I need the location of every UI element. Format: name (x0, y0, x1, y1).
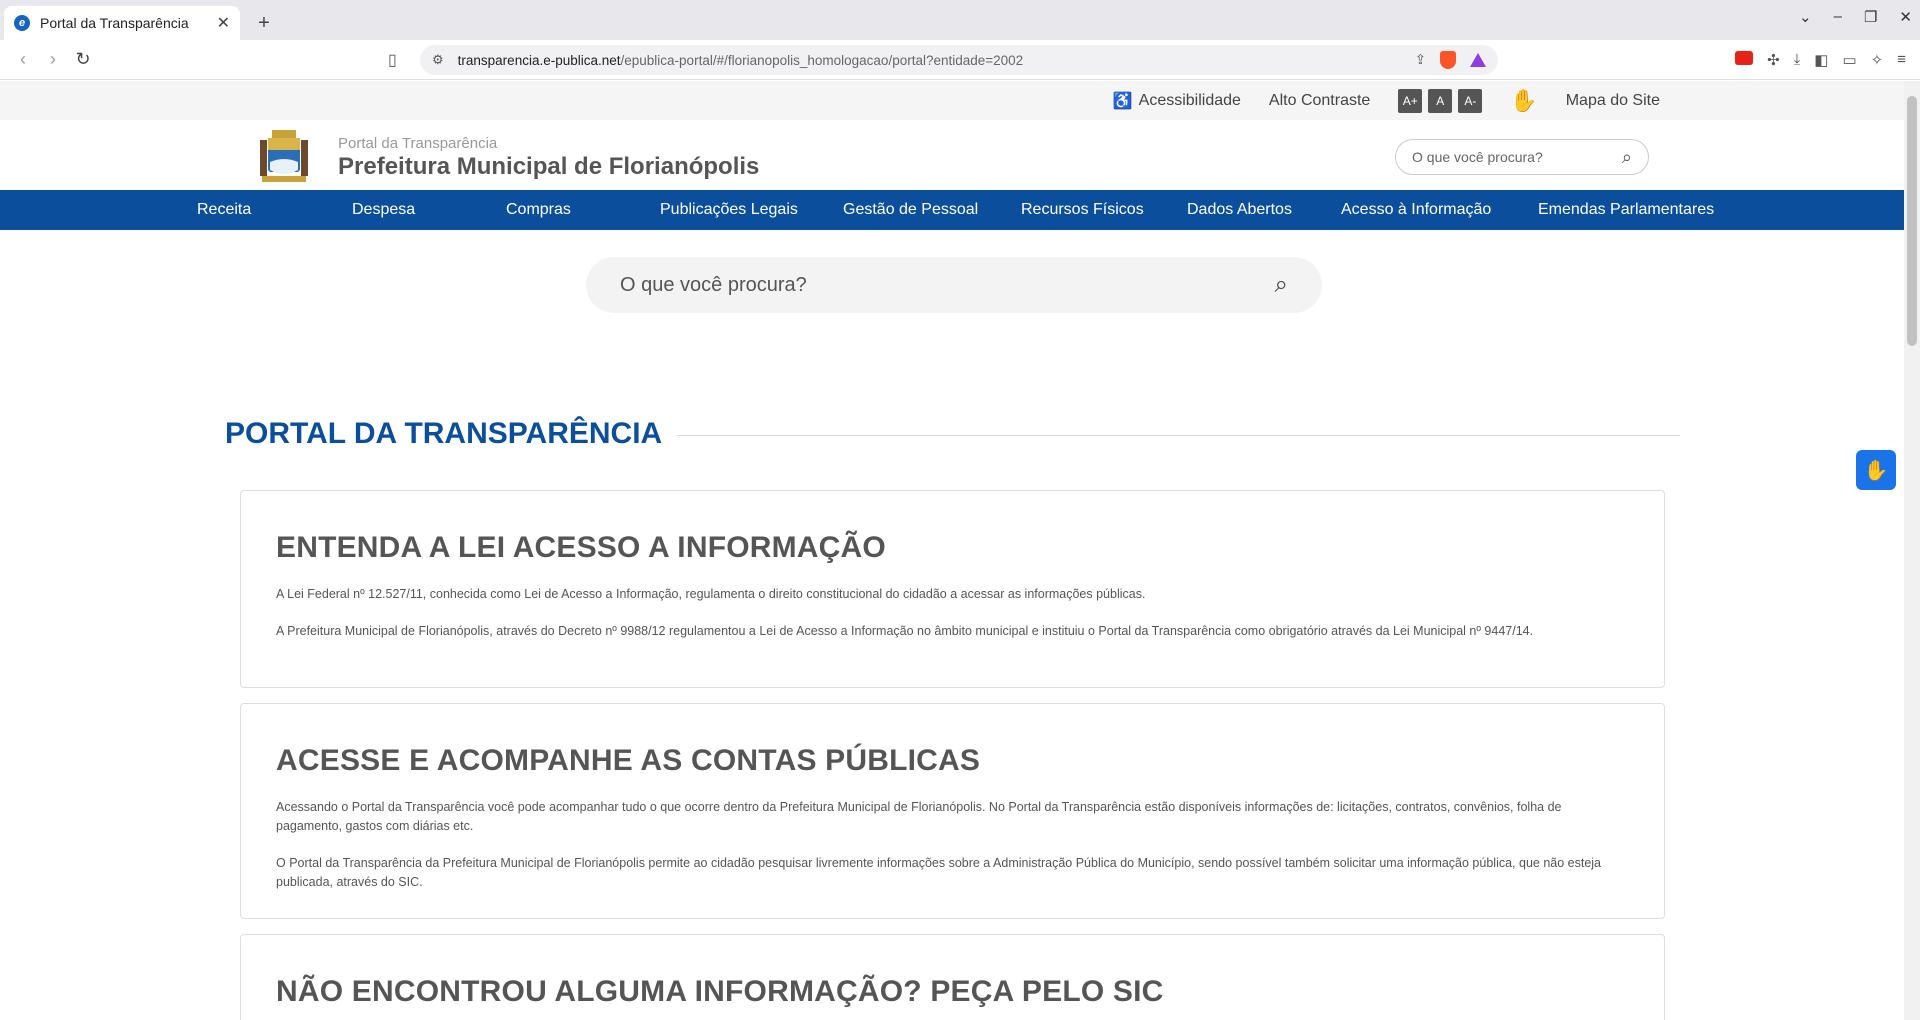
browser-tab[interactable]: e Portal da Transparência ✕ (4, 6, 240, 40)
sitemap-link[interactable]: Mapa do Site (1566, 92, 1660, 110)
card-title: NÃO ENCONTROU ALGUMA INFORMAÇÃO? PEÇA PE… (276, 975, 1164, 1008)
youtube-extension-icon[interactable] (1735, 51, 1754, 65)
search-icon[interactable]: ⌕ (1622, 147, 1632, 168)
font-decrease-button[interactable]: A- (1458, 88, 1483, 113)
page-scrollbar[interactable] (1904, 81, 1920, 1020)
brave-rewards-icon[interactable] (1470, 53, 1486, 67)
minimize-icon[interactable]: – (1834, 8, 1842, 26)
accessibility-link[interactable]: ♿ Acessibilidade (1113, 91, 1241, 111)
reload-icon[interactable]: ↻ (68, 49, 98, 70)
info-card-contas-publicas: ACESSE E ACOMPANHE AS CONTAS PÚBLICAS Ac… (240, 703, 1665, 919)
page-content: ♿ Acessibilidade Alto Contraste A+ A A- … (0, 81, 1904, 1020)
card-title: ACESSE E ACOMPANHE AS CONTAS PÚBLICAS (276, 744, 981, 777)
main-search-input[interactable]: O que você procura? ⌕ (586, 257, 1322, 313)
wheelchair-icon: ♿ (1112, 92, 1133, 110)
extensions-icon[interactable]: ✣ (1767, 51, 1780, 69)
tab-title: Portal da Transparência (40, 15, 189, 31)
scrollbar-thumb[interactable] (1907, 96, 1917, 346)
card-paragraph: Acessando o Portal da Transparência você… (276, 800, 1562, 833)
extensions-area: ✣ ⤓ ◧ ▭ ✧ ≡ (1735, 51, 1906, 69)
card-title: ENTENDA A LEI ACESSO A INFORMAÇÃO (276, 531, 886, 564)
page-title: PORTAL DA TRANSPARÊNCIA (225, 417, 663, 450)
close-tab-icon[interactable]: ✕ (217, 13, 230, 33)
accessibility-bar: ♿ Acessibilidade Alto Contraste A+ A A- … (0, 81, 1904, 120)
new-tab-button[interactable]: + (250, 6, 278, 40)
url-host: transparencia.e-publica.net (457, 52, 621, 68)
title-divider (677, 435, 1680, 436)
info-card-lai: ENTENDA A LEI ACESSO A INFORMAÇÃO A Lei … (240, 490, 1665, 688)
browser-toolbar: ‹ › ↻ ▯ ⚙ transparencia.e-publica.net /e… (0, 40, 1920, 80)
nav-item-gestao-de-pessoal[interactable]: Gestão de Pessoal (843, 201, 978, 219)
main-search-placeholder: O que você procura? (620, 273, 807, 296)
nav-item-acesso-a-informacao[interactable]: Acesso à Informação (1341, 201, 1491, 219)
brand-subtitle: Portal da Transparência (338, 135, 498, 152)
sign-language-icon: ✋ (1863, 459, 1889, 482)
card-paragraph: A Prefeitura Municipal de Florianópolis,… (276, 624, 1534, 638)
menu-icon[interactable]: ≡ (1897, 51, 1906, 69)
back-icon[interactable]: ‹ (8, 49, 38, 70)
accessibility-label: Acessibilidade (1138, 91, 1241, 109)
favicon-icon: e (14, 15, 30, 31)
nav-item-compras[interactable]: Compras (506, 201, 571, 219)
font-size-controls: A+ A A- (1398, 88, 1483, 113)
forward-icon[interactable]: › (38, 49, 68, 70)
card-paragraph: A Lei Federal nº 12.527/11, conhecida co… (276, 587, 1146, 601)
vlibras-widget-button[interactable]: ✋ (1856, 450, 1896, 490)
header-search-input[interactable]: O que você procura? ⌕ (1395, 139, 1649, 175)
address-bar[interactable]: ⚙ transparencia.e-publica.net /epublica-… (420, 45, 1498, 75)
restore-icon[interactable]: ❐ (1864, 8, 1877, 26)
card-paragraph: O Portal da Transparência da Prefeitura … (276, 856, 1602, 889)
brave-shields-icon[interactable] (1440, 51, 1456, 69)
nav-item-dados-abertos[interactable]: Dados Abertos (1187, 201, 1292, 219)
main-navigation: Receita Despesa Compras Publicações Lega… (0, 190, 1904, 230)
wallet-icon[interactable]: ▭ (1842, 51, 1856, 69)
sidebar-icon[interactable]: ◧ (1814, 51, 1828, 69)
high-contrast-link[interactable]: Alto Contraste (1269, 92, 1370, 110)
window-controls: ⌄ – ❐ ✕ (1799, 8, 1912, 26)
nav-item-publicacoes-legais[interactable]: Publicações Legais (660, 201, 798, 219)
sign-language-icon[interactable]: ✋ (1510, 88, 1537, 114)
header-search-placeholder: O que você procura? (1412, 149, 1543, 165)
share-icon[interactable]: ⇪ (1415, 52, 1426, 68)
font-reset-button[interactable]: A (1428, 88, 1453, 113)
site-info-icon[interactable]: ⚙ (432, 52, 444, 68)
search-icon[interactable]: ⌕ (1275, 271, 1288, 299)
nav-item-emendas-parlamentares[interactable]: Emendas Parlamentares (1538, 201, 1714, 219)
brand-title[interactable]: Prefeitura Municipal de Florianópolis (338, 153, 759, 181)
tab-list-icon[interactable]: ⌄ (1799, 8, 1812, 26)
browser-tabbar: e Portal da Transparência ✕ + ⌄ – ❐ ✕ (0, 0, 1920, 40)
url-path: /epublica-portal/#/florianopolis_homolog… (620, 52, 1024, 68)
download-icon[interactable]: ⤓ (1794, 51, 1801, 69)
site-header: Portal da Transparência Prefeitura Munic… (0, 120, 1904, 190)
leo-ai-icon[interactable]: ✧ (1871, 51, 1884, 69)
bookmark-icon[interactable]: ▯ (388, 50, 397, 70)
nav-item-recursos-fisicos[interactable]: Recursos Físicos (1021, 201, 1144, 219)
info-card-sic: NÃO ENCONTROU ALGUMA INFORMAÇÃO? PEÇA PE… (240, 934, 1665, 1020)
nav-item-receita[interactable]: Receita (197, 201, 251, 219)
close-window-icon[interactable]: ✕ (1899, 8, 1912, 26)
font-increase-button[interactable]: A+ (1398, 88, 1423, 113)
nav-item-despesa[interactable]: Despesa (352, 201, 415, 219)
city-coat-of-arms-logo[interactable] (258, 128, 310, 184)
